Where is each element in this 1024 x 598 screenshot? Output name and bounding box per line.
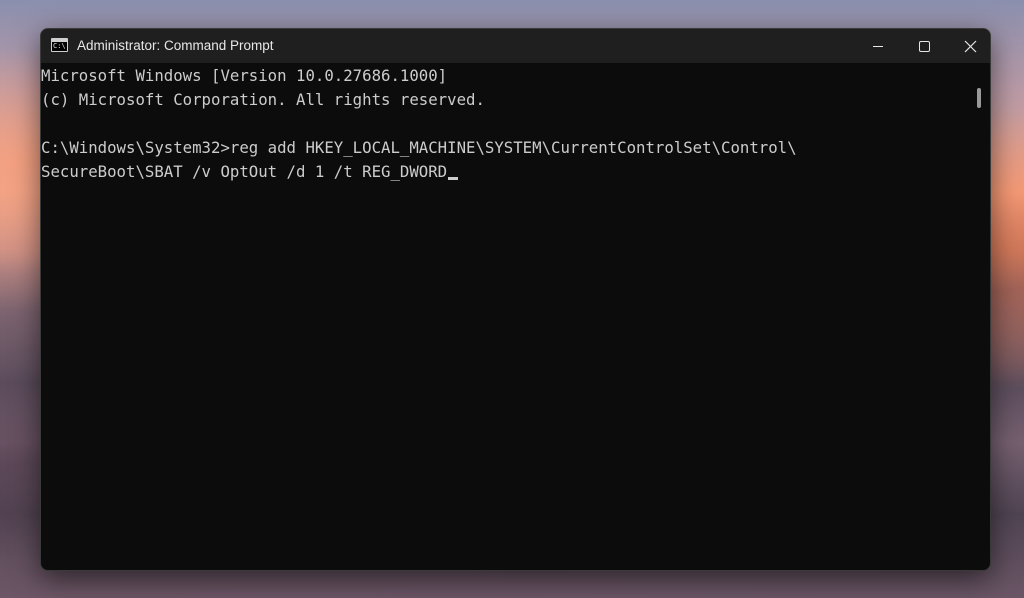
cmd-icon-label: C:\	[53, 42, 66, 50]
cmd-app-icon[interactable]: C:\	[51, 38, 68, 52]
console-line-version: Microsoft Windows [Version 10.0.27686.10…	[41, 66, 448, 85]
scrollbar-thumb[interactable]	[977, 88, 981, 108]
console-line-command-continued[interactable]: SecureBoot\SBAT /v OptOut /d 1 /t REG_DW…	[41, 160, 459, 184]
maximize-icon	[919, 41, 930, 52]
window-title: Administrator: Command Prompt	[77, 38, 274, 53]
close-button[interactable]	[947, 29, 990, 63]
console-line-command: C:\Windows\System32>reg add HKEY_LOCAL_M…	[41, 138, 797, 157]
title-bar[interactable]: C:\ Administrator: Command Prompt	[41, 29, 990, 63]
maximize-button[interactable]	[901, 29, 947, 63]
command-input-text[interactable]: SecureBoot\SBAT /v OptOut /d 1 /t REG_DW…	[41, 162, 447, 181]
console-line-copyright: (c) Microsoft Corporation. All rights re…	[41, 90, 485, 109]
close-icon	[964, 40, 977, 53]
command-prompt-window: C:\ Administrator: Command Prompt Micros…	[40, 28, 991, 571]
vertical-scrollbar[interactable]	[973, 63, 989, 570]
minimize-button[interactable]	[855, 29, 901, 63]
console-output[interactable]: Microsoft Windows [Version 10.0.27686.10…	[41, 63, 971, 570]
text-cursor	[448, 177, 459, 180]
minimize-icon	[873, 46, 883, 47]
